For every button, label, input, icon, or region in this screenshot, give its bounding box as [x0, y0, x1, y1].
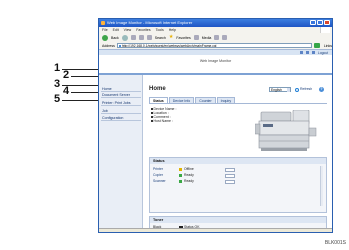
refresh-button[interactable]: Refresh: [295, 87, 312, 92]
status-value: Ready: [184, 173, 194, 177]
browser-window: Web Image Monitor - Microsoft Internet E…: [98, 18, 333, 233]
address-text: http://192.168.0.1/web/guest/en/websys/w…: [121, 44, 217, 48]
history-icon[interactable]: [214, 35, 220, 40]
sidebar: Home Document Server Printer: Print Jobs…: [99, 75, 143, 230]
help-icon[interactable]: ?: [319, 87, 324, 92]
mail-icon[interactable]: [222, 35, 228, 40]
maximize-button[interactable]: [317, 20, 323, 25]
address-bar: Address http://192.168.0.1/web/guest/en/…: [99, 42, 332, 49]
tools-link-icon[interactable]: [305, 51, 309, 54]
sidebar-item-home[interactable]: Home: [101, 87, 141, 92]
search-button[interactable]: Search: [155, 36, 166, 40]
callout-3: 3: [54, 78, 61, 90]
title-bar: Web Image Monitor - Microsoft Internet E…: [99, 19, 332, 27]
status-detail-button[interactable]: [225, 173, 235, 178]
bullet-icon: [151, 120, 153, 122]
stop-icon[interactable]: [130, 35, 136, 40]
toner-heading: Toner: [150, 217, 326, 223]
refresh-label: Refresh: [300, 87, 313, 91]
sidebar-item-job[interactable]: Job: [101, 109, 141, 114]
callout-4-line: [71, 92, 99, 93]
status-detail-button[interactable]: [225, 167, 235, 172]
favorites-button[interactable]: Favorites: [176, 36, 190, 40]
refresh-icon: [295, 87, 299, 92]
home-icon[interactable]: [146, 35, 152, 40]
status-heading: Status: [150, 158, 326, 164]
minimize-button[interactable]: [310, 20, 316, 25]
main-content: Home English Refresh ? Status Device Inf…: [143, 75, 332, 230]
tabs-divider: [149, 103, 327, 104]
info-row-host-name: Host Name :: [151, 119, 176, 123]
media-icon[interactable]: [193, 35, 199, 40]
page-title: Home: [149, 86, 166, 92]
browser-status-bar: [99, 228, 332, 232]
sidebar-item-document-server[interactable]: Document Server: [101, 93, 141, 98]
status-row-scanner: Scanner Ready: [153, 179, 243, 184]
sidebar-item-printer-print-jobs[interactable]: Printer: Print Jobs: [101, 101, 141, 106]
printer-illustration: [255, 110, 317, 151]
forward-arrow-icon[interactable]: [121, 34, 128, 41]
ready-icon: [179, 174, 182, 177]
status-detail-button[interactable]: [225, 179, 235, 184]
ready-icon: [179, 180, 182, 183]
language-select[interactable]: English: [269, 87, 291, 92]
bullet-icon: [151, 108, 153, 110]
sidebar-item-configuration[interactable]: Configuration: [101, 116, 141, 121]
page-icon: [118, 45, 121, 47]
status-label[interactable]: Scanner: [153, 179, 166, 184]
status-value: Ready: [184, 179, 194, 183]
favorites-star-icon[interactable]: ★: [169, 35, 173, 40]
bullet-icon: [151, 116, 153, 118]
callout-1: 1: [54, 62, 61, 74]
callout-5: 5: [54, 93, 61, 105]
address-field[interactable]: http://192.168.0.1/web/guest/en/websys/w…: [116, 43, 312, 48]
status-row-copier: Copier Ready: [153, 173, 243, 178]
back-button-label[interactable]: Back: [111, 36, 119, 40]
callout-2-line: [71, 76, 99, 77]
callout-4: 4: [63, 85, 70, 97]
window-title: Web Image Monitor - Microsoft Internet E…: [107, 20, 193, 25]
callout-5-line: [62, 100, 99, 101]
browser-toolbar: Back Search ★ Favorites Media: [99, 33, 332, 42]
ie-icon: [101, 21, 105, 25]
page-header: Web Image Monitor: [99, 55, 332, 75]
home-link-icon[interactable]: [299, 51, 303, 54]
refresh-page-icon[interactable]: [138, 35, 144, 40]
links-label[interactable]: Links: [324, 44, 332, 48]
address-label: Address: [102, 43, 115, 48]
help-link-icon[interactable]: [311, 51, 315, 54]
info-label: Host Name :: [153, 119, 173, 123]
bullet-icon: [151, 112, 153, 114]
image-code: BLK001S: [324, 240, 346, 246]
status-panel: Status Printer Offline Copier Ready Scan…: [149, 157, 327, 213]
go-button[interactable]: [313, 43, 320, 48]
callout-2: 2: [63, 69, 70, 81]
status-label[interactable]: Copier: [153, 173, 163, 178]
status-row-printer: Printer Offline: [153, 167, 243, 172]
status-scrollbar[interactable]: [320, 166, 323, 206]
status-label[interactable]: Printer: [153, 167, 163, 172]
window-controls: [310, 20, 330, 25]
warning-icon: [179, 168, 182, 171]
page-header-title: Web Image Monitor: [199, 59, 232, 63]
media-button[interactable]: Media: [202, 36, 212, 40]
close-button[interactable]: [324, 20, 330, 25]
device-info-list: Device Name : Location : Comment : Host …: [151, 107, 176, 123]
logout-link[interactable]: Logout: [318, 51, 328, 55]
back-arrow-icon[interactable]: [102, 34, 108, 41]
status-value: Offline: [184, 167, 194, 171]
